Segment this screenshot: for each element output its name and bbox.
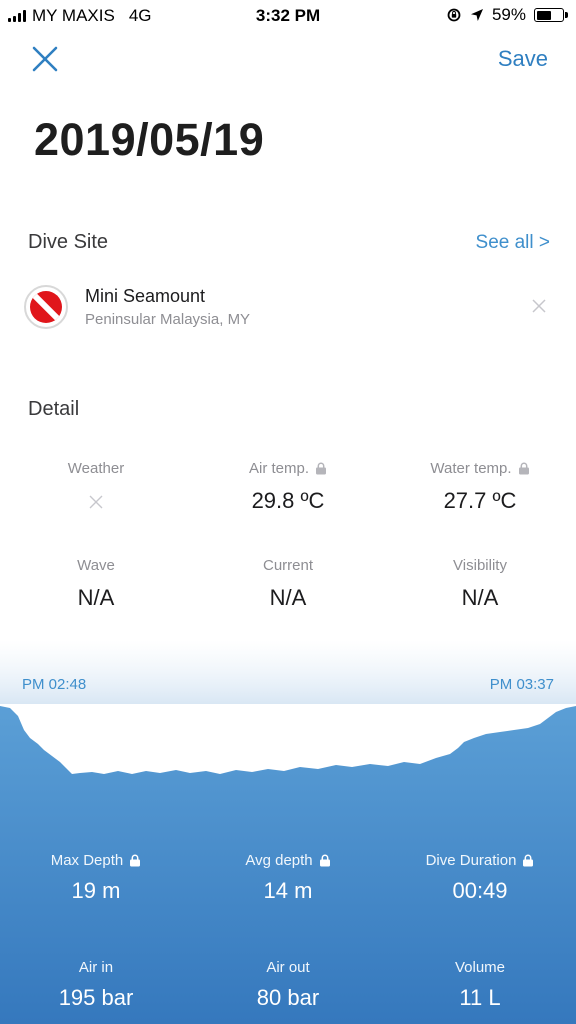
see-all-link[interactable]: See all > [476, 232, 550, 254]
stat-value: 80 bar [256, 985, 320, 1010]
stat-value: 11 L [459, 985, 501, 1010]
detail-label: Current [262, 557, 314, 574]
dive-site-region: Peninsular Malaysia, MY [85, 311, 251, 328]
stat-value: 19 m [71, 878, 121, 903]
weather-empty-icon [89, 495, 103, 508]
stat-value: 14 m [263, 878, 313, 903]
stat-label: Avg depth [245, 852, 313, 869]
detail-air-temp[interactable]: Air temp. 29.8 ºC [192, 460, 384, 514]
battery-fill [536, 10, 552, 20]
stat-avg-depth[interactable]: Avg depth 14 m [192, 852, 384, 904]
close-icon [32, 46, 58, 72]
stat-max-depth[interactable]: Max Depth 19 m [0, 852, 192, 904]
battery-percent: 59% [491, 5, 526, 24]
battery-icon [534, 8, 568, 22]
close-icon [532, 299, 546, 313]
stat-value: 00:49 [452, 878, 508, 903]
lock-icon [316, 462, 326, 475]
detail-label: Wave [77, 557, 115, 574]
lock-icon [523, 854, 534, 867]
status-right: 59% [446, 5, 568, 25]
location-arrow-icon [470, 9, 483, 21]
lock-icon [319, 854, 330, 867]
detail-value: 27.7 ºC [443, 488, 517, 513]
detail-value: 29.8 ºC [251, 488, 325, 513]
dive-flag-icon [24, 285, 68, 329]
dive-site-section-title: Dive Site [28, 231, 109, 253]
dive-site-row[interactable]: Mini Seamount Peninsular Malaysia, MY [22, 283, 552, 333]
profile-start-time: PM 02:48 [22, 676, 87, 693]
detail-wave[interactable]: Wave N/A [0, 557, 192, 611]
lock-icon [518, 462, 529, 475]
detail-current[interactable]: Current N/A [192, 557, 384, 611]
detail-label: Visibility [453, 557, 507, 574]
detail-label: Water temp. [430, 460, 512, 477]
detail-value: N/A [461, 585, 499, 610]
stat-value: 195 bar [58, 985, 134, 1010]
stat-air-out[interactable]: Air out 80 bar [192, 959, 384, 1011]
save-button[interactable]: Save [498, 46, 548, 72]
stat-dive-duration[interactable]: Dive Duration 00:49 [384, 852, 576, 904]
detail-visibility[interactable]: Visibility N/A [384, 557, 576, 611]
stat-label: Air in [78, 959, 114, 976]
status-bar: MY MAXIS 4G 3:32 PM 59% [0, 0, 576, 32]
profile-end-time: PM 03:37 [489, 676, 554, 693]
detail-label: Air temp. [248, 460, 309, 477]
detail-value: N/A [269, 585, 307, 610]
detail-section-title: Detail [28, 398, 80, 420]
detail-water-temp[interactable]: Water temp. 27.7 ºC [384, 460, 576, 514]
stat-label: Air out [266, 959, 310, 976]
lock-icon [130, 854, 141, 867]
dive-date[interactable]: 2019/05/19 [34, 114, 264, 166]
detail-value: N/A [77, 585, 115, 610]
stat-volume[interactable]: Volume 11 L [384, 959, 576, 1011]
orientation-lock-icon [447, 8, 461, 22]
detail-weather[interactable]: Weather [0, 460, 192, 515]
stat-air-in[interactable]: Air in 195 bar [0, 959, 192, 1011]
stat-label: Max Depth [50, 852, 124, 869]
graph-fade [0, 640, 576, 704]
remove-site-button[interactable] [530, 297, 548, 315]
detail-label: Weather [67, 460, 125, 477]
dive-site-name: Mini Seamount [85, 286, 206, 306]
close-button[interactable] [30, 44, 60, 74]
stat-label: Dive Duration [425, 852, 517, 869]
stat-label: Volume [454, 959, 506, 976]
